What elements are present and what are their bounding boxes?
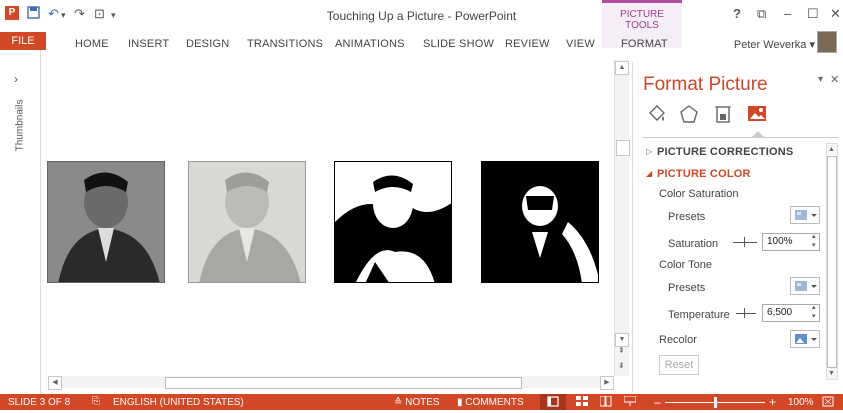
zoom-in-icon[interactable]: +: [769, 395, 776, 409]
scroll-up-icon[interactable]: ▲: [615, 61, 629, 75]
scroll-right-icon[interactable]: ▶: [600, 376, 614, 390]
zoom-level[interactable]: 100%: [788, 397, 814, 408]
tab-transitions[interactable]: TRANSITIONS: [247, 38, 323, 50]
pane-options-icon[interactable]: ▾: [818, 74, 823, 85]
reading-view-icon[interactable]: [599, 395, 612, 410]
close-button[interactable]: ✕: [830, 6, 841, 22]
help-button[interactable]: ?: [733, 6, 741, 21]
slide-vertical-scrollbar[interactable]: [614, 60, 629, 376]
tab-insert[interactable]: INSERT: [128, 38, 169, 50]
normal-view-button[interactable]: [540, 394, 566, 410]
avatar[interactable]: [817, 31, 837, 53]
picture-original[interactable]: [47, 161, 165, 283]
saturation-presets-dropdown[interactable]: [790, 206, 820, 224]
scroll-down-icon[interactable]: ▼: [615, 333, 629, 347]
pane-scroll-thumb[interactable]: [827, 156, 837, 368]
pane-title: Format Picture: [643, 74, 768, 95]
zoom-out-icon[interactable]: –: [654, 395, 661, 409]
tab-view[interactable]: VIEW: [566, 38, 595, 50]
pane-scroll-down-icon[interactable]: ▼: [828, 370, 835, 377]
pane-close-icon[interactable]: ✕: [830, 73, 839, 86]
slide-show-icon[interactable]: [623, 395, 637, 410]
ribbon-display-options-button[interactable]: ⧉: [757, 6, 766, 22]
temperature-slider[interactable]: [736, 313, 756, 314]
section-picture-corrections[interactable]: PICTURE CORRECTIONS: [657, 146, 793, 158]
pane-divider: [642, 137, 838, 138]
maximize-button[interactable]: ☐: [807, 6, 819, 22]
scroll-left-icon[interactable]: ◀: [48, 376, 62, 390]
fill-line-icon[interactable]: [646, 103, 668, 125]
color-saturation-label: Color Saturation: [659, 188, 739, 200]
saturation-label: Saturation: [668, 238, 719, 250]
slide-count[interactable]: SLIDE 3 OF 8: [8, 397, 70, 408]
picture-tools-label: PICTURE TOOLS: [620, 9, 664, 31]
reset-button[interactable]: Reset: [659, 355, 699, 375]
tab-animations[interactable]: ANIMATIONS: [335, 38, 405, 50]
tab-home[interactable]: HOME: [75, 38, 109, 50]
tab-design[interactable]: DESIGN: [186, 38, 229, 50]
comments-button[interactable]: ▮ COMMENTS: [457, 397, 524, 408]
tab-slide-show[interactable]: SLIDE SHOW: [423, 38, 494, 50]
notes-button[interactable]: ≙ NOTES: [394, 397, 440, 408]
recolor-label: Recolor: [659, 334, 697, 346]
next-slide-icon[interactable]: ⇟: [618, 361, 625, 370]
spelling-icon[interactable]: ⎘: [92, 396, 100, 407]
zoom-slider-thumb[interactable]: [714, 397, 717, 408]
picture-washout[interactable]: [188, 161, 306, 283]
temperature-spin-arrows-icon[interactable]: ▴ ▾: [812, 303, 816, 321]
picture-icon[interactable]: [746, 103, 768, 125]
expanded-section-icon[interactable]: ◢: [646, 169, 652, 178]
vertical-scroll-thumb[interactable]: [616, 140, 630, 156]
color-tone-label: Color Tone: [659, 259, 712, 271]
tab-file[interactable]: FILE: [0, 32, 46, 50]
tab-review[interactable]: REVIEW: [505, 38, 550, 50]
horizontal-scroll-thumb[interactable]: [165, 377, 522, 389]
thumbnails-label[interactable]: Thumbnails: [15, 96, 26, 156]
previous-slide-icon[interactable]: ⇞: [618, 346, 625, 355]
saturation-spin-arrows-icon[interactable]: ▴ ▾: [812, 232, 816, 250]
recolor-dropdown[interactable]: [790, 330, 820, 348]
slide-sorter-icon[interactable]: [576, 396, 588, 410]
user-account[interactable]: Peter Weverka ▾: [734, 38, 815, 51]
size-properties-icon[interactable]: [712, 103, 734, 125]
collapsed-section-icon[interactable]: ▷: [646, 147, 652, 156]
saturation-slider-thumb[interactable]: [744, 237, 745, 247]
tone-presets-dropdown[interactable]: [790, 277, 820, 295]
tone-presets-label: Presets: [668, 282, 706, 294]
temperature-label: Temperature: [668, 309, 730, 321]
window-title: Touching Up a Picture - PowerPoint: [326, 9, 517, 23]
section-picture-color[interactable]: PICTURE COLOR: [657, 168, 751, 180]
pane-scroll-up-icon[interactable]: ▲: [828, 146, 835, 153]
saturation-presets-label: Presets: [668, 211, 706, 223]
effects-icon[interactable]: [678, 103, 700, 125]
minimize-button[interactable]: –: [784, 6, 791, 21]
expand-thumbnails-icon[interactable]: ›: [14, 72, 18, 86]
tab-format[interactable]: FORMAT: [621, 38, 668, 50]
picture-black-white-dark[interactable]: [481, 161, 599, 283]
language-indicator[interactable]: ENGLISH (UNITED STATES): [113, 397, 244, 408]
picture-black-white-light[interactable]: [334, 161, 452, 283]
saturation-slider[interactable]: [733, 242, 757, 243]
temperature-slider-thumb[interactable]: [744, 308, 745, 318]
fit-slide-icon[interactable]: [822, 396, 834, 410]
